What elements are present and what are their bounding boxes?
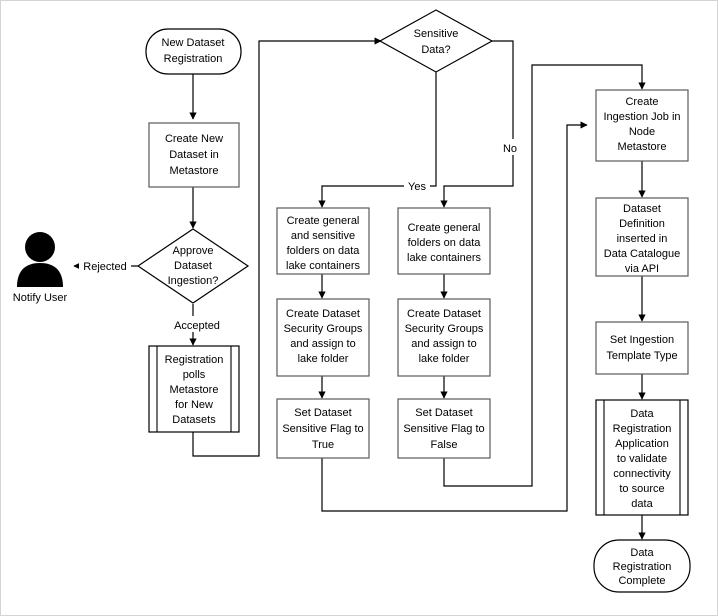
node-start[interactable]: New Dataset Registration (145, 28, 242, 75)
node-dataset-def-line3: inserted in (617, 233, 668, 245)
node-set-template-line2: Template Type (606, 350, 677, 362)
node-validate-line5: connectivity (613, 468, 671, 480)
node-approve-decision-line2: Dataset (174, 260, 212, 272)
node-set-template-line1: Set Ingestion (610, 334, 674, 346)
node-dataset-def-line5: via API (625, 263, 659, 275)
node-general-folders-line2: folders on data (408, 237, 482, 249)
node-sensitive-decision-line1: Sensitive (414, 28, 459, 40)
node-ingestion-job-line4: Metastore (618, 141, 667, 153)
node-validate-line7: data (631, 498, 653, 510)
flowchart-svg: Rejected Accepted Yes No New Dataset Reg… (13, 9, 691, 593)
node-general-sensitive-line2: and sensitive (291, 230, 355, 242)
node-set-flag-true[interactable]: Set Dataset Sensitive Flag to True (276, 398, 370, 459)
node-registration-polls-line1: Registration (165, 354, 224, 366)
node-dataset-def-line4: Data Catalogue (604, 248, 680, 260)
node-registration-polls[interactable]: Registration polls Metastore for New Dat… (148, 345, 240, 433)
node-sec-groups-sens-line1: Create Dataset (286, 308, 360, 320)
node-end-line1: Data (630, 547, 654, 559)
node-start-line1: New Dataset (162, 37, 225, 49)
edge-label-yes: Yes (408, 181, 426, 193)
node-create-new-dataset-line2: Dataset in (169, 149, 219, 161)
node-general-sensitive-line1: Create general (287, 215, 360, 227)
node-sec-groups-gen-line1: Create Dataset (407, 308, 481, 320)
node-ingestion-job-line3: Node (629, 126, 655, 138)
node-sec-groups-sens-line2: Security Groups (284, 323, 363, 335)
node-sec-groups-sens-line3: and assign to (290, 338, 355, 350)
node-create-general-folders[interactable]: Create general folders on data lake cont… (397, 207, 491, 275)
node-create-security-groups-general[interactable]: Create Dataset Security Groups and assig… (397, 298, 491, 377)
node-flag-true-line3: True (312, 439, 334, 451)
node-flag-false-line3: False (431, 439, 458, 451)
node-end-line3: Complete (618, 575, 665, 587)
node-create-security-groups-sensitive[interactable]: Create Dataset Security Groups and assig… (276, 298, 370, 377)
node-notify-user[interactable]: Notify User (13, 232, 68, 304)
node-start-line2: Registration (164, 53, 223, 65)
node-create-new-dataset-line3: Metastore (170, 165, 219, 177)
node-flag-true-line2: Sensitive Flag to (282, 423, 363, 435)
flowchart-canvas: Rejected Accepted Yes No New Dataset Reg… (0, 0, 718, 616)
edge-label-rejected: Rejected (83, 261, 126, 273)
node-flag-true-line1: Set Dataset (294, 407, 351, 419)
node-create-general-sensitive-folders[interactable]: Create general and sensitive folders on … (276, 207, 370, 275)
node-validate-line2: Registration (613, 423, 672, 435)
node-flag-false-line2: Sensitive Flag to (403, 423, 484, 435)
node-sensitive-decision-line2: Data? (421, 44, 450, 56)
node-create-new-dataset-line1: Create New (165, 133, 223, 145)
node-approve-decision-line1: Approve (173, 245, 214, 257)
node-dataset-definition[interactable]: Dataset Definition inserted in Data Cata… (595, 197, 689, 277)
node-validate-connectivity[interactable]: Data Registration Application to validat… (595, 399, 689, 516)
node-validate-line1: Data (630, 408, 654, 420)
edge-label-accepted: Accepted (174, 320, 220, 332)
person-icon (17, 232, 63, 287)
node-ingestion-job-line2: Ingestion Job in (603, 111, 680, 123)
edge-sensitive-no (440, 40, 514, 208)
node-end-line2: Registration (613, 561, 672, 573)
node-sec-groups-sens-line4: lake folder (298, 353, 349, 365)
node-notify-user-label: Notify User (13, 292, 68, 304)
node-sec-groups-gen-line4: lake folder (419, 353, 470, 365)
node-create-ingestion-job[interactable]: Create Ingestion Job in Node Metastore (595, 89, 689, 162)
node-dataset-def-line2: Definition (619, 218, 665, 230)
node-sec-groups-gen-line2: Security Groups (405, 323, 484, 335)
node-sensitive-decision[interactable]: Sensitive Data? (378, 9, 494, 73)
node-dataset-def-line1: Dataset (623, 203, 661, 215)
node-end[interactable]: Data Registration Complete (593, 539, 691, 593)
node-general-sensitive-line4: lake containers (286, 260, 360, 272)
node-validate-line6: to source (619, 483, 664, 495)
edges-layer (73, 37, 646, 540)
node-validate-line3: Application (615, 438, 669, 450)
node-set-ingestion-template[interactable]: Set Ingestion Template Type (595, 321, 689, 375)
node-registration-polls-line5: Datasets (172, 414, 216, 426)
node-registration-polls-line2: polls (183, 369, 206, 381)
node-approve-decision-line3: Ingestion? (168, 275, 219, 287)
node-general-sensitive-line3: folders on data (287, 245, 361, 257)
node-approve-decision[interactable]: Approve Dataset Ingestion? (136, 228, 250, 304)
edge-label-no: No (503, 143, 517, 155)
node-create-new-dataset[interactable]: Create New Dataset in Metastore (148, 122, 240, 188)
node-ingestion-job-line1: Create (625, 96, 658, 108)
node-set-flag-false[interactable]: Set Dataset Sensitive Flag to False (397, 398, 491, 459)
node-registration-polls-line3: Metastore (170, 384, 219, 396)
node-flag-false-line1: Set Dataset (415, 407, 472, 419)
node-general-folders-line1: Create general (408, 222, 481, 234)
node-general-folders-line3: lake containers (407, 252, 481, 264)
node-registration-polls-line4: for New (175, 399, 213, 411)
node-sec-groups-gen-line3: and assign to (411, 338, 476, 350)
node-validate-line4: to validate (617, 453, 667, 465)
